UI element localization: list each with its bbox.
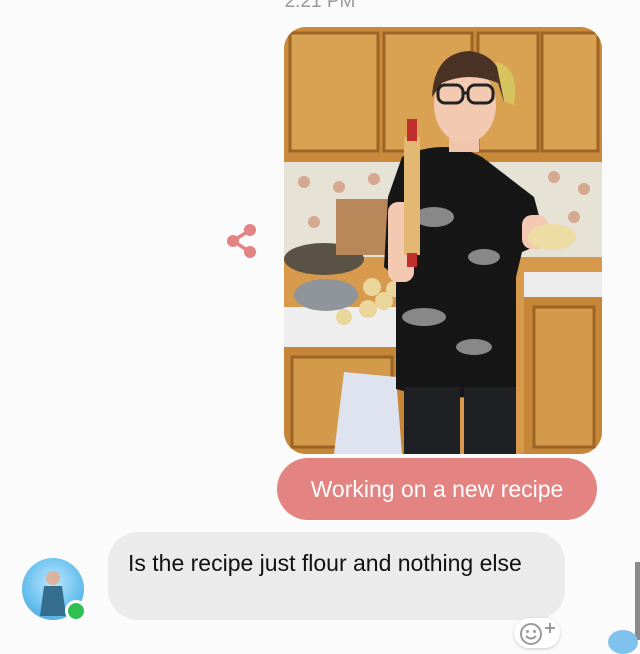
shared-photo[interactable] xyxy=(284,27,602,454)
add-reaction-icon[interactable] xyxy=(514,618,560,648)
online-status-dot xyxy=(65,600,87,622)
incoming-message-bubble[interactable]: Is the recipe just flour and nothing els… xyxy=(108,532,565,620)
message-timestamp: 2:21 PM xyxy=(284,0,356,12)
outgoing-message-bubble[interactable]: Working on a new recipe xyxy=(277,458,597,520)
scrollbar[interactable] xyxy=(635,562,640,640)
share-icon[interactable] xyxy=(224,222,260,260)
partial-avatar xyxy=(608,630,638,654)
